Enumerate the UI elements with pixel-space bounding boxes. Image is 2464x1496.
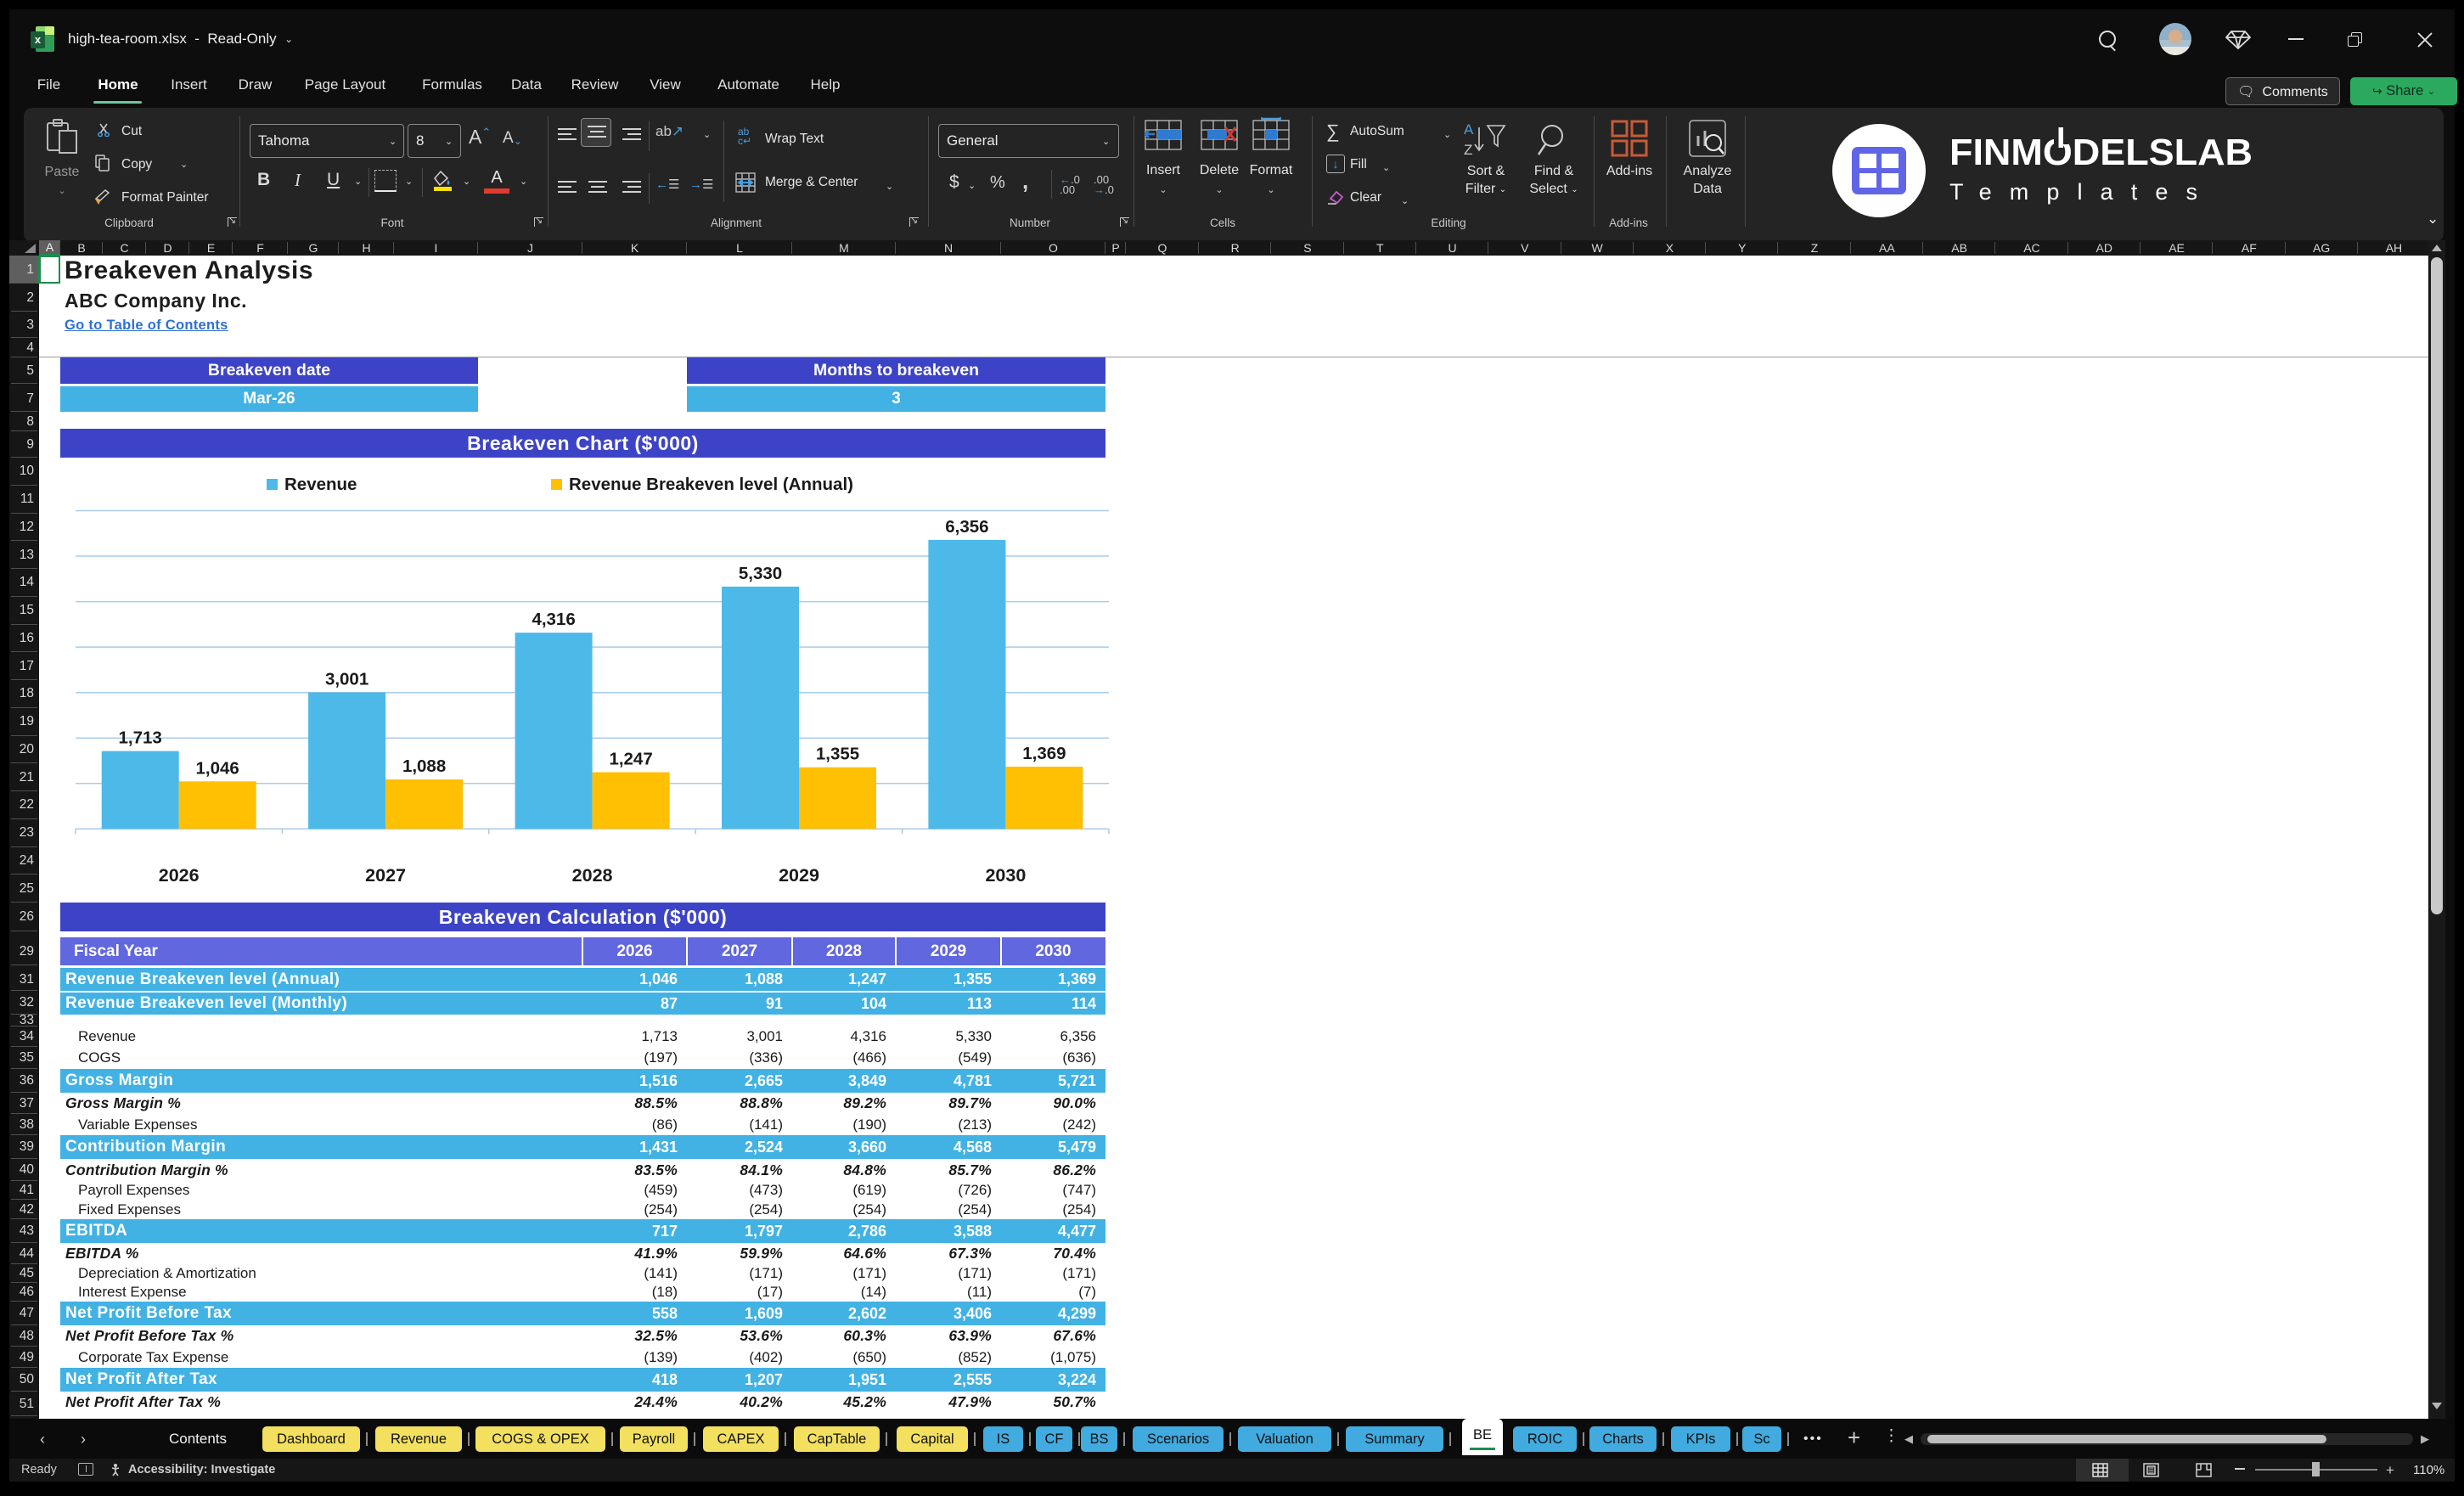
svg-text:Templates: Templates [1949, 179, 2197, 205]
svg-text:1,046: 1,046 [196, 758, 239, 778]
svg-text:4,316: 4,316 [532, 610, 575, 629]
svg-text:Revenue Breakeven level (Annua: Revenue Breakeven level (Annual) [569, 475, 853, 494]
svg-text:2030: 2030 [985, 865, 1026, 886]
svg-text:Revenue: Revenue [284, 475, 357, 494]
svg-text:2026: 2026 [159, 865, 200, 886]
svg-text:A: A [1464, 121, 1474, 138]
svg-text:2027: 2027 [365, 865, 406, 886]
svg-text:1,247: 1,247 [609, 750, 652, 769]
svg-text:1,369: 1,369 [1022, 744, 1066, 763]
svg-text:6,356: 6,356 [945, 517, 988, 537]
svg-text:1,355: 1,355 [816, 745, 859, 764]
svg-text:Z: Z [1464, 142, 1472, 158]
svg-text:3,001: 3,001 [325, 670, 368, 689]
svg-text:5,330: 5,330 [739, 564, 782, 583]
svg-text:2028: 2028 [572, 865, 613, 886]
svg-text:1,088: 1,088 [402, 756, 446, 776]
svg-text:2029: 2029 [779, 865, 819, 886]
svg-text:1,713: 1,713 [119, 728, 162, 748]
svg-text:FINMODELSLAB: FINMODELSLAB [1949, 132, 2253, 173]
